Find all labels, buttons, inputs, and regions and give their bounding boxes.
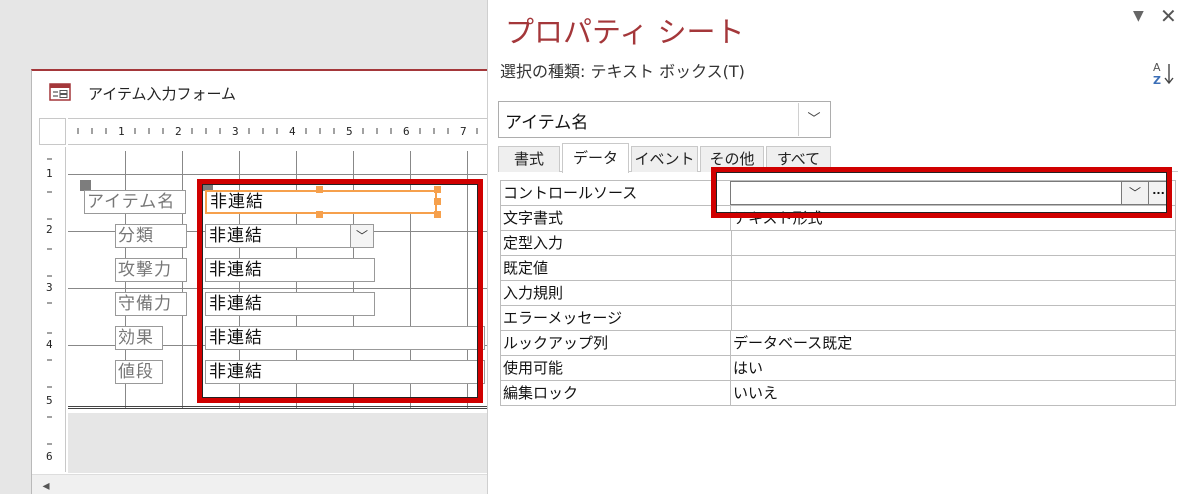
property-row-locked[interactable]: 編集ロック いいえ	[501, 381, 1175, 406]
property-value[interactable]	[731, 231, 1175, 255]
selection-type-label: 選択の種類: テキスト ボックス(T)	[500, 62, 745, 81]
ruler-number: 2	[175, 125, 182, 138]
property-value[interactable]	[731, 256, 1175, 280]
tab-data[interactable]: データ	[562, 143, 629, 173]
svg-text:Z: Z	[1153, 74, 1161, 87]
property-value[interactable]	[731, 306, 1175, 330]
ruler-number: 5	[46, 394, 53, 407]
property-row-validation-rule[interactable]: 入力規則	[501, 281, 1175, 306]
tab-event[interactable]: イベント	[631, 146, 698, 172]
design-area-background	[68, 413, 495, 473]
form-titlebar[interactable]: アイテム入力フォーム	[32, 71, 493, 115]
property-row-lookup-column[interactable]: ルックアップ列 データベース既定	[501, 331, 1175, 356]
property-row-enabled[interactable]: 使用可能 はい	[501, 356, 1175, 381]
section-bottom-border	[68, 406, 495, 409]
ruler-number: 4	[289, 125, 296, 138]
label-price[interactable]: 値段	[115, 360, 163, 384]
property-name: ルックアップ列	[503, 334, 609, 352]
property-name: 使用可能	[503, 359, 564, 377]
ruler-number: 1	[46, 167, 53, 180]
ruler-number: 5	[346, 125, 353, 138]
pane-options-icon[interactable]: ▼	[1133, 8, 1144, 24]
chevron-down-icon[interactable]: ﹀	[798, 103, 829, 136]
property-value[interactable]	[731, 281, 1175, 305]
ruler-number: 3	[46, 281, 53, 294]
object-selector-dropdown[interactable]: アイテム名 ﹀	[498, 101, 831, 138]
highlight-box-control-source	[711, 167, 1172, 218]
column-divider	[730, 356, 731, 380]
sort-az-icon[interactable]: A Z	[1152, 60, 1176, 88]
property-row-default-value[interactable]: 既定値	[501, 256, 1175, 281]
property-row-input-mask[interactable]: 定型入力	[501, 231, 1175, 256]
vertical-ruler[interactable]: 1 2 3 4 5 6	[39, 147, 66, 472]
ruler-number: 4	[46, 338, 53, 351]
ruler-number: 1	[118, 125, 125, 138]
label-category[interactable]: 分類	[115, 224, 187, 248]
form-title: アイテム入力フォーム	[88, 85, 237, 103]
horizontal-ruler[interactable]: 1 2 3 4 5 6 7	[68, 118, 495, 145]
ruler-number: 6	[46, 450, 53, 463]
ruler-number: 3	[232, 125, 239, 138]
horizontal-scrollbar[interactable]: ◂	[32, 474, 495, 494]
object-selector-value: アイテム名	[505, 113, 589, 133]
property-name: エラーメッセージ	[503, 309, 623, 327]
property-sheet-title: プロパティ シート	[505, 15, 745, 49]
property-sheet-panel: プロパティ シート ▼ ✕ 選択の種類: テキスト ボックス(T) A Z アイ…	[487, 0, 1193, 494]
form-icon	[49, 83, 71, 101]
property-name: 文字書式	[503, 209, 564, 227]
column-divider	[730, 381, 731, 405]
property-row-validation-text[interactable]: エラーメッセージ	[501, 306, 1175, 331]
ruler-number: 2	[46, 223, 53, 236]
vertical-ruler-ticks	[47, 158, 52, 445]
property-name: 定型入力	[503, 234, 564, 252]
close-icon[interactable]: ✕	[1160, 4, 1177, 28]
property-value[interactable]: データベース既定	[733, 332, 852, 354]
scroll-left-arrow-icon[interactable]: ◂	[38, 478, 54, 494]
label-item-name[interactable]: アイテム名	[84, 190, 186, 214]
label-defense[interactable]: 守備力	[115, 292, 187, 316]
tab-format[interactable]: 書式	[498, 146, 560, 172]
ruler-number: 7	[460, 125, 467, 138]
label-attack[interactable]: 攻撃力	[115, 258, 187, 282]
svg-text:A: A	[1153, 61, 1161, 74]
property-value[interactable]: はい	[733, 357, 763, 379]
property-name: 編集ロック	[503, 384, 579, 402]
property-name: 入力規則	[503, 284, 564, 302]
property-value[interactable]: いいえ	[733, 382, 778, 404]
horizontal-ruler-ticks	[77, 128, 492, 134]
property-name: 既定値	[503, 259, 549, 277]
property-name: コントロールソース	[503, 184, 638, 202]
label-effect[interactable]: 効果	[115, 326, 163, 350]
ruler-number: 6	[403, 125, 410, 138]
column-divider	[730, 331, 731, 355]
ruler-corner[interactable]	[39, 118, 66, 145]
grid-line	[68, 174, 495, 175]
highlight-box-unbound-controls	[197, 179, 483, 403]
